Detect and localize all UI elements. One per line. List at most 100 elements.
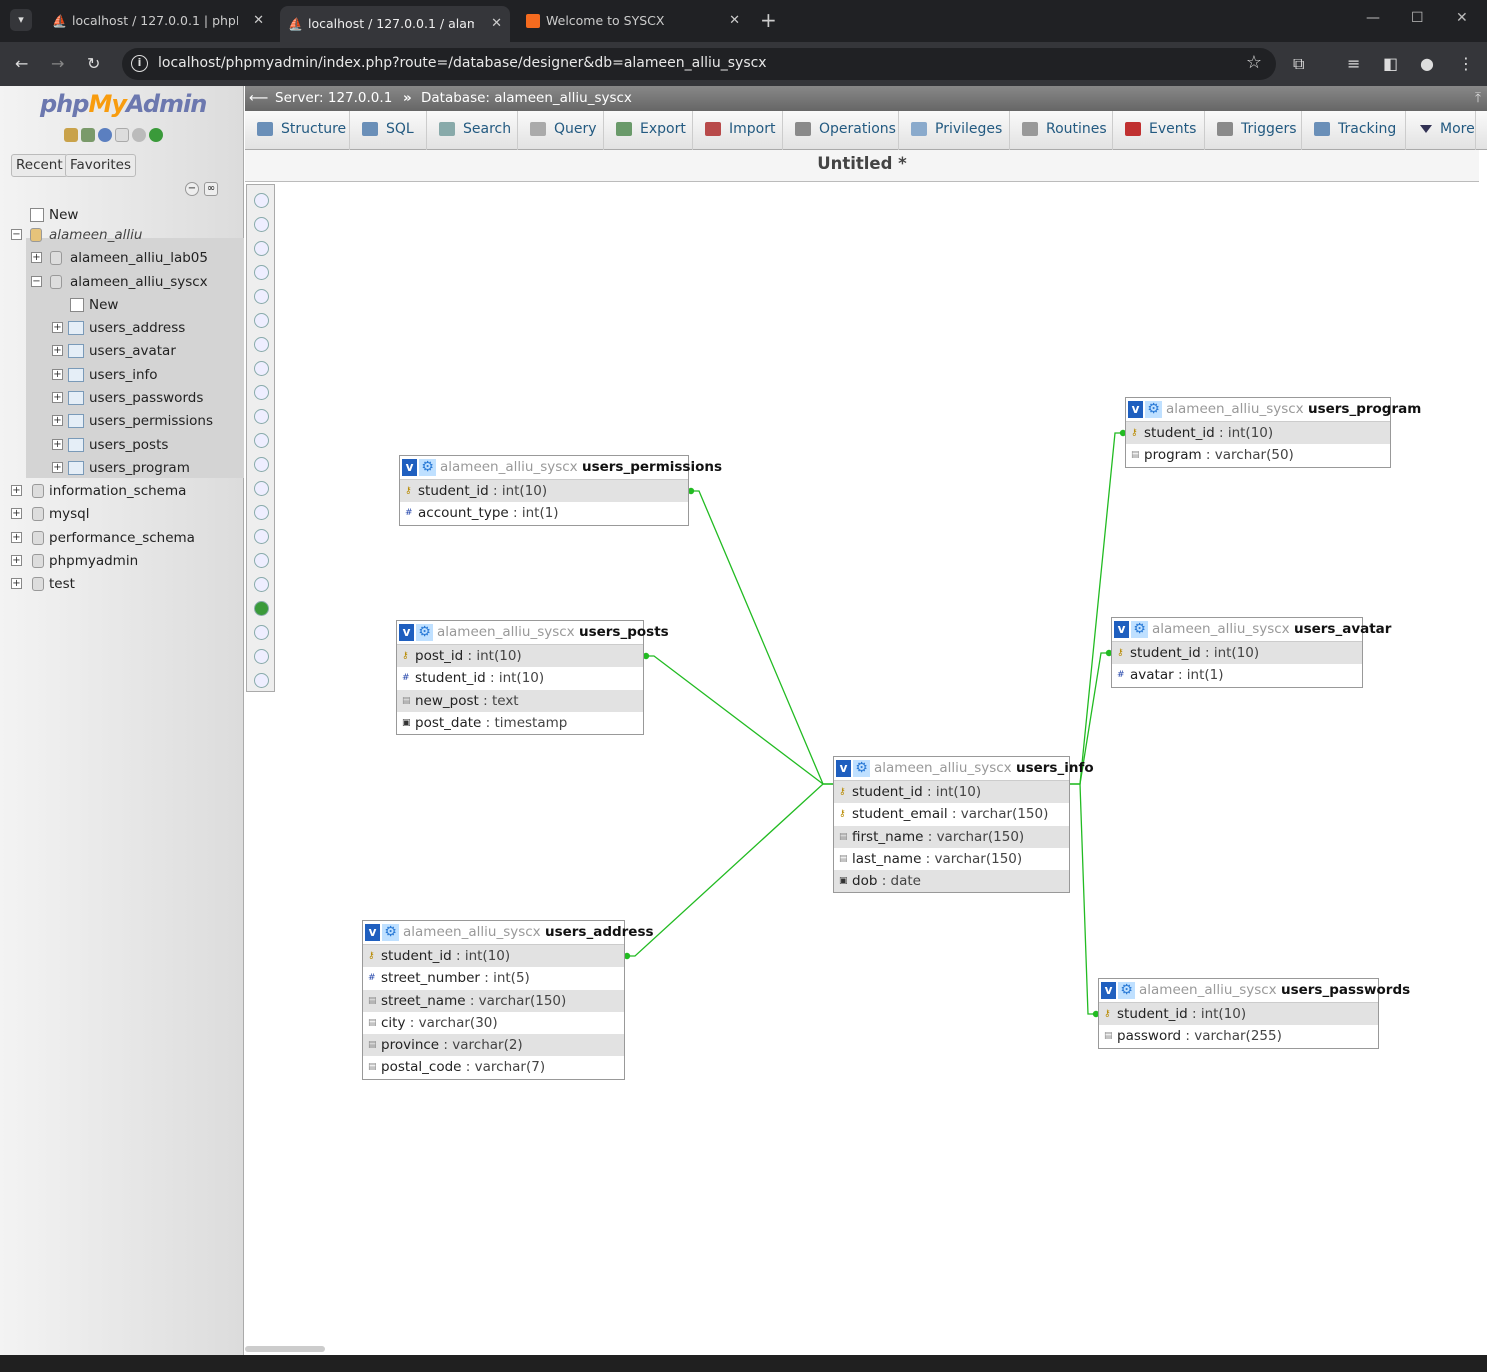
link-with-main-icon[interactable]: ∞ (204, 182, 218, 196)
designer-table-header[interactable]: v ⚙ alameen_alliu_syscx users_permissions (400, 456, 722, 480)
anchor-icon[interactable] (254, 673, 269, 688)
back-icon[interactable]: ← (15, 54, 28, 73)
toggle-columns-icon[interactable]: v (1128, 401, 1143, 418)
table-column[interactable]: ▤ postal_code : varchar(7) (363, 1056, 624, 1078)
home-icon[interactable] (64, 128, 78, 142)
table-options-icon[interactable]: ⚙ (416, 624, 433, 641)
move-menu-icon[interactable] (254, 625, 269, 640)
tree-table-users_permissions[interactable]: + users_permissions (50, 410, 213, 432)
browser-tab-1[interactable]: ⛵ localhost / 127.0.0.1 | phpMyAdmin ✕ (44, 6, 272, 36)
display-columns-icon[interactable] (254, 601, 269, 616)
toggle-small-icon[interactable] (254, 529, 269, 544)
designer-table-users_info[interactable]: v ⚙ alameen_alliu_syscx users_info ⚷ student… (833, 756, 1094, 894)
menu-tab-export[interactable]: Export (604, 111, 693, 150)
browser-tab-3[interactable]: Welcome to SYSCX ✕ (518, 6, 748, 36)
tree-table-users_avatar[interactable]: + users_avatar (50, 340, 176, 362)
tab-search-button[interactable]: ▾ (10, 9, 32, 31)
toggle-nav-icon[interactable]: ⟵ (249, 86, 268, 111)
tree-db-information_schema[interactable]: + information_schema (8, 480, 186, 502)
table-column[interactable]: ⚷ student_id : int(10) (834, 781, 1069, 804)
expand-icon[interactable]: + (11, 578, 22, 590)
designer-table-users_address[interactable]: v ⚙ alameen_alliu_syscx users_address ⚷ stud… (362, 920, 654, 1080)
table-column[interactable]: ⚷ student_id : int(10) (400, 480, 688, 503)
tree-table-users_passwords[interactable]: + users_passwords (50, 387, 203, 409)
create-relation-icon[interactable] (254, 409, 269, 424)
toggle-columns-icon[interactable]: v (1114, 621, 1129, 638)
tree-new-server[interactable]: New (14, 204, 78, 226)
tree-table-users_info[interactable]: + users_info (50, 364, 158, 386)
menu-kebab-icon[interactable]: ⋮ (1458, 54, 1474, 73)
collapse-icon[interactable]: − (31, 276, 42, 287)
logout-icon[interactable] (81, 128, 95, 142)
menu-tab-triggers[interactable]: Triggers (1205, 111, 1302, 150)
tree-table-users_posts[interactable]: + users_posts (50, 434, 168, 456)
tree-db-mysql[interactable]: + mysql (8, 503, 90, 525)
table-column[interactable]: ▤ first_name : varchar(150) (834, 825, 1069, 848)
table-column[interactable]: ▤ province : varchar(2) (363, 1034, 624, 1057)
tree-syscx-new[interactable]: New (50, 294, 118, 316)
designer-table-users_posts[interactable]: v ⚙ alameen_alliu_syscx users_posts ⚷ post_i… (396, 620, 669, 736)
table-column[interactable]: ▣ post_date : timestamp (397, 712, 643, 734)
save-as-icon[interactable] (254, 337, 269, 352)
table-column[interactable]: # student_id : int(10) (397, 667, 643, 689)
table-column[interactable]: # street_number : int(5) (363, 967, 624, 989)
fullscreen-icon[interactable] (254, 217, 269, 232)
tree-db-syscx[interactable]: − alameen_alliu_syscx (28, 271, 208, 293)
designer-table-header[interactable]: v ⚙ alameen_alliu_syscx users_address (363, 921, 654, 945)
help-icon[interactable] (254, 481, 269, 496)
menu-tab-privileges[interactable]: Privileges (899, 111, 1010, 150)
help-icon[interactable] (98, 128, 112, 142)
table-options-icon[interactable]: ⚙ (853, 760, 870, 777)
menu-tab-tracking[interactable]: Tracking (1302, 111, 1406, 150)
table-column[interactable]: ▤ new_post : text (397, 689, 643, 712)
menu-tab-operations[interactable]: Operations (783, 111, 899, 150)
table-options-icon[interactable]: ⚙ (382, 924, 399, 941)
designer-table-header[interactable]: v ⚙ alameen_alliu_syscx users_avatar (1112, 618, 1391, 642)
toggle-columns-icon[interactable]: v (836, 760, 851, 777)
tree-db-phpmyadmin[interactable]: + phpmyadmin (8, 550, 138, 572)
relation-line-users_address[interactable] (627, 783, 833, 957)
reload-nav-icon[interactable] (149, 128, 163, 142)
table-column[interactable]: ▣ dob : date (834, 870, 1069, 893)
designer-canvas[interactable]: v ⚙ alameen_alliu_syscx users_permissions ⚷… (245, 182, 1479, 1352)
expand-icon[interactable]: + (11, 485, 22, 496)
menu-tab-search[interactable]: Search (427, 111, 518, 150)
table-options-icon[interactable]: ⚙ (1131, 621, 1148, 638)
menu-tab-query[interactable]: Query (518, 111, 604, 150)
forward-icon[interactable]: → (51, 54, 64, 73)
omnibox[interactable]: i localhost/phpmyadmin/index.php?route=/… (122, 48, 1276, 80)
table-column[interactable]: ⚷ student_id : int(10) (1099, 1003, 1378, 1026)
table-column[interactable]: ⚷ student_id : int(10) (1126, 422, 1390, 445)
table-column[interactable]: ⚷ student_email : varchar(150) (834, 803, 1069, 825)
expand-icon[interactable]: + (52, 461, 63, 473)
expand-icon[interactable]: + (31, 252, 42, 263)
collapse-all-icon[interactable]: − (185, 182, 199, 196)
menu-tab-import[interactable]: Import (693, 111, 783, 150)
expand-icon[interactable]: + (11, 554, 22, 566)
relation-line-users_program[interactable] (1070, 432, 1123, 785)
close-tab-icon[interactable]: ✕ (253, 6, 264, 36)
designer-table-header[interactable]: v ⚙ alameen_alliu_syscx users_passwords (1099, 979, 1410, 1003)
tree-server-group[interactable]: − alameen_alliu (8, 224, 142, 246)
menu-tab-structure[interactable]: Structure (245, 111, 350, 150)
side-panel-icon[interactable]: ◧ (1383, 54, 1398, 73)
relation-line-users_posts[interactable] (646, 655, 833, 785)
reload-icon[interactable]: ↻ (87, 54, 100, 73)
bookmark-star-icon[interactable]: ☆ (1246, 52, 1262, 73)
table-column[interactable]: ⚷ post_id : int(10) (397, 645, 643, 668)
table-column[interactable]: ▤ city : varchar(30) (363, 1012, 624, 1034)
expand-icon[interactable]: + (52, 391, 63, 403)
toggle-columns-icon[interactable]: v (402, 459, 417, 476)
table-options-icon[interactable]: ⚙ (419, 459, 436, 476)
small-big-all-icon[interactable] (254, 505, 269, 520)
add-table-icon[interactable] (254, 241, 269, 256)
toggle-columns-icon[interactable]: v (399, 624, 414, 641)
toggle-columns-icon[interactable]: v (1101, 982, 1116, 999)
table-column[interactable]: ▤ program : varchar(50) (1126, 444, 1390, 466)
tree-db-performance_schema[interactable]: + performance_schema (8, 527, 195, 549)
save-icon[interactable] (254, 313, 269, 328)
relation-line-users_passwords[interactable] (1070, 783, 1096, 1015)
close-tab-icon[interactable]: ✕ (729, 6, 740, 36)
edit-page-icon[interactable] (254, 289, 269, 304)
minimize-icon[interactable]: — (1366, 10, 1380, 26)
